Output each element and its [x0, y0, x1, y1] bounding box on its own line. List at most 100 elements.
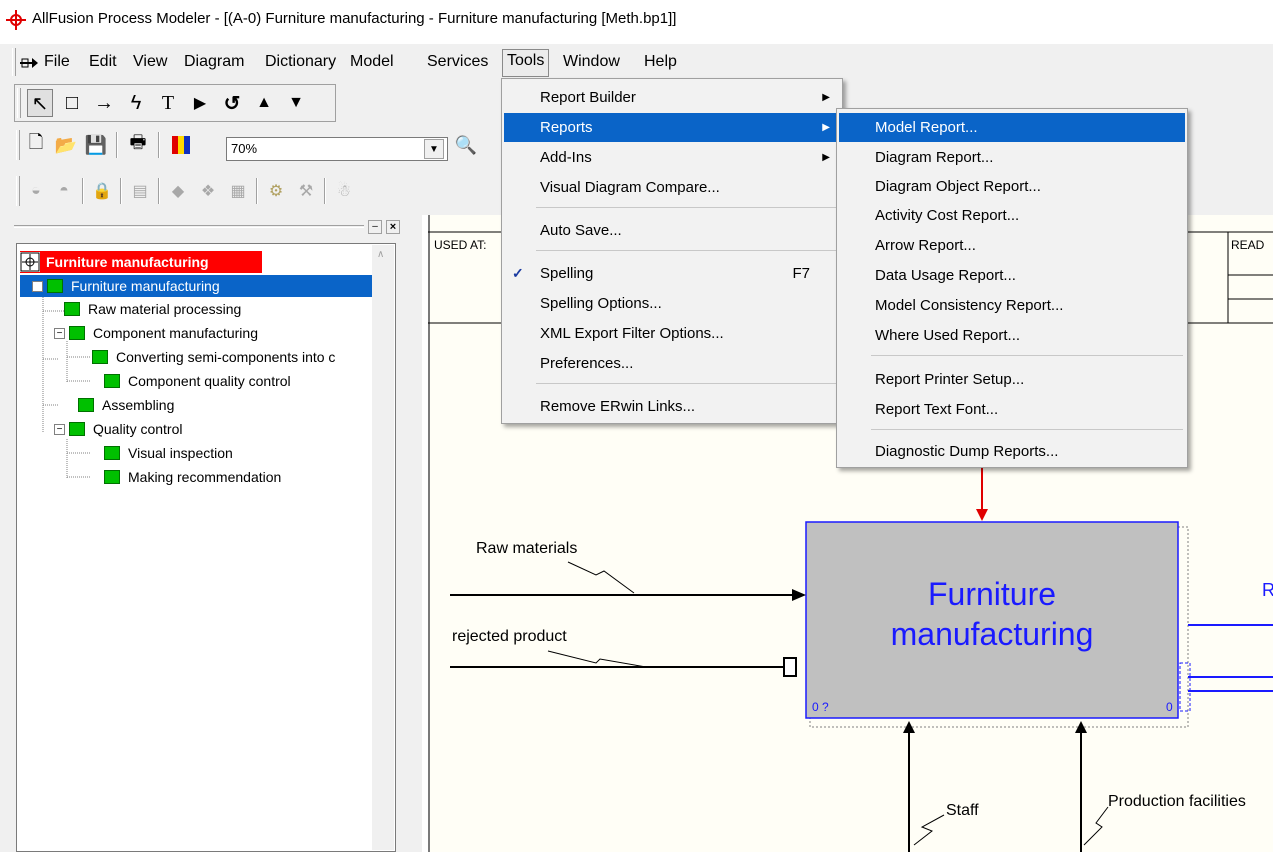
collapse-icon[interactable]: − — [54, 327, 65, 339]
menu-item-report-printer-setup[interactable]: Report Printer Setup... — [839, 365, 1185, 394]
menu-file[interactable]: File — [40, 51, 74, 73]
pointer-tool-icon[interactable]: ↖ — [27, 89, 53, 117]
merge-icon[interactable]: ❖ — [196, 178, 220, 204]
disconnect-icon[interactable]: ◓ — [52, 178, 76, 204]
submenu-arrow-icon: ▶ — [822, 152, 830, 163]
tree-item-converting-semi-components[interactable]: Converting semi-components into c — [92, 346, 335, 368]
menu-item-diagnostic-dump-reports[interactable]: Diagnostic Dump Reports... — [839, 437, 1185, 466]
menu-item-arrow-report[interactable]: Arrow Report... — [839, 231, 1185, 260]
tree-item-assembling[interactable]: Assembling — [78, 394, 174, 416]
tree-item-making-recommendation[interactable]: Making recommendation — [104, 466, 281, 488]
menu-item-spelling[interactable]: ✓ Spelling F7 — [504, 259, 840, 288]
undo-icon[interactable]: ↺ — [219, 89, 245, 117]
menu-item-preferences[interactable]: Preferences... — [504, 349, 840, 378]
menu-window[interactable]: Window — [559, 51, 624, 73]
text-tool-icon[interactable]: T — [155, 89, 181, 117]
zoom-icon[interactable]: 🔍 — [454, 132, 478, 158]
menu-item-xml-export-filter[interactable]: XML Export Filter Options... — [504, 319, 840, 348]
activity-box-icon — [69, 326, 85, 340]
collapse-icon[interactable]: − — [54, 423, 65, 435]
lock-icon[interactable]: 🔒 — [90, 178, 114, 204]
menu-item-report-builder[interactable]: Report Builder ▶ — [504, 83, 840, 112]
collapse-icon[interactable]: − — [32, 280, 43, 292]
security-icon[interactable]: ⚙ — [264, 178, 288, 204]
menu-tools[interactable]: Tools — [502, 49, 550, 77]
window-title: AllFusion Process Modeler - [(A-0) Furni… — [32, 10, 677, 27]
tools-icon[interactable]: ⚒ — [294, 178, 318, 204]
toolbox-palette: ↖ □ → ϟ T ▶ ↺ ▲ ▼ — [14, 84, 336, 122]
menu-help[interactable]: Help — [640, 51, 681, 73]
menu-item-diagram-report[interactable]: Diagram Report... — [839, 143, 1185, 172]
arrow-tool-icon[interactable]: → — [91, 89, 117, 117]
app-icon — [6, 10, 26, 30]
menu-item-spelling-options[interactable]: Spelling Options... — [504, 289, 840, 318]
menu-item-visual-diagram-compare[interactable]: Visual Diagram Compare... — [504, 173, 840, 202]
squiggle-tool-icon[interactable]: ϟ — [123, 89, 149, 117]
tree-item-label: Raw material processing — [88, 301, 242, 317]
tree-item-visual-inspection[interactable]: Visual inspection — [104, 442, 233, 464]
open-folder-icon[interactable]: 📂 — [54, 132, 78, 158]
activity-box[interactable]: Furniture manufacturing 0 ? 0 — [806, 522, 1178, 718]
root-model-icon — [20, 252, 40, 272]
activity-box-icon — [104, 374, 120, 388]
box-tool-icon[interactable]: □ — [59, 89, 85, 117]
used-at-label: USED AT: — [434, 238, 487, 252]
users-icon[interactable]: ☃ — [332, 178, 356, 204]
menu-item-data-usage-report[interactable]: Data Usage Report... — [839, 261, 1185, 290]
tree-item-label: Furniture manufacturing — [71, 278, 220, 294]
model-icon[interactable]: ◆ — [166, 178, 190, 204]
menu-item-diagram-object-report[interactable]: Diagram Object Report... — [839, 172, 1185, 201]
menu-diagram[interactable]: Diagram — [180, 51, 248, 73]
go-to-child-icon[interactable]: ▼ — [283, 89, 309, 117]
tree-item-component-quality-control[interactable]: Component quality control — [104, 370, 291, 392]
tree-item-raw-material-processing[interactable]: Raw material processing — [64, 298, 241, 320]
title-bar: AllFusion Process Modeler - [(A-0) Furni… — [0, 0, 1273, 40]
mdi-document-icon[interactable] — [20, 56, 38, 70]
grid-icon[interactable]: ▦ — [226, 178, 250, 204]
color-palette-icon[interactable] — [170, 136, 190, 154]
menu-model[interactable]: Model — [346, 51, 398, 73]
menu-item-add-ins[interactable]: Add-Ins ▶ — [504, 143, 840, 172]
menu-services[interactable]: Services — [423, 51, 492, 73]
zoom-select[interactable]: 70% — [226, 137, 448, 161]
menu-item-report-text-font[interactable]: Report Text Font... — [839, 395, 1185, 424]
menu-item-activity-cost-report[interactable]: Activity Cost Report... — [839, 201, 1185, 230]
new-file-icon[interactable]: 🗋 — [24, 132, 48, 158]
menu-item-where-used-report[interactable]: Where Used Report... — [839, 321, 1185, 350]
submenu-arrow-icon: ▶ — [822, 92, 830, 103]
menu-item-model-report[interactable]: Model Report... — [839, 113, 1185, 142]
menu-item-auto-save[interactable]: Auto Save... — [504, 216, 840, 245]
menu-item-remove-erwin-links[interactable]: Remove ERwin Links... — [504, 392, 840, 421]
panel-restore-icon[interactable]: – — [368, 220, 382, 234]
tree-root[interactable]: Furniture manufacturing — [20, 251, 262, 273]
tree-item-label: Component manufacturing — [93, 325, 258, 341]
arrow-label-staff[interactable]: Staff — [946, 802, 979, 820]
save-icon[interactable]: 💾 — [84, 132, 108, 158]
library-icon[interactable]: ▤ — [128, 178, 152, 204]
activity-box-icon — [78, 398, 94, 412]
tree-item-label: Quality control — [93, 421, 183, 437]
tree-item-furniture-manufacturing[interactable]: − Furniture manufacturing — [20, 275, 372, 297]
arrow-label-raw-materials[interactable]: Raw materials — [476, 540, 577, 558]
activity-title-line2: manufacturing — [890, 616, 1094, 652]
activity-box-icon — [69, 422, 85, 436]
menu-view[interactable]: View — [129, 51, 171, 73]
menu-dictionary[interactable]: Dictionary — [261, 51, 340, 73]
tree-item-quality-control[interactable]: − Quality control — [54, 418, 182, 440]
go-to-parent-icon[interactable]: ▲ — [251, 89, 277, 117]
menu-item-reports[interactable]: Reports ▶ — [504, 113, 840, 142]
go-to-sibling-icon[interactable]: ▶ — [187, 89, 213, 117]
reader-label: READ — [1231, 238, 1265, 252]
activity-cost-right: 0 — [1166, 700, 1173, 714]
zoom-dropdown-icon[interactable]: ▼ — [424, 139, 444, 159]
arrow-label-production-facilities[interactable]: Production facilities — [1108, 793, 1246, 811]
activity-box-icon — [47, 279, 63, 293]
print-icon[interactable]: 🖶 — [126, 132, 150, 158]
connect-icon[interactable]: ◒ — [24, 178, 48, 204]
arrow-label-rejected-product[interactable]: rejected product — [452, 628, 567, 646]
menu-item-model-consistency-report[interactable]: Model Consistency Report... — [839, 291, 1185, 320]
activity-box-icon — [104, 446, 120, 460]
menu-edit[interactable]: Edit — [85, 51, 121, 73]
tree-item-component-manufacturing[interactable]: − Component manufacturing — [54, 322, 258, 344]
panel-close-icon[interactable]: × — [386, 220, 400, 234]
